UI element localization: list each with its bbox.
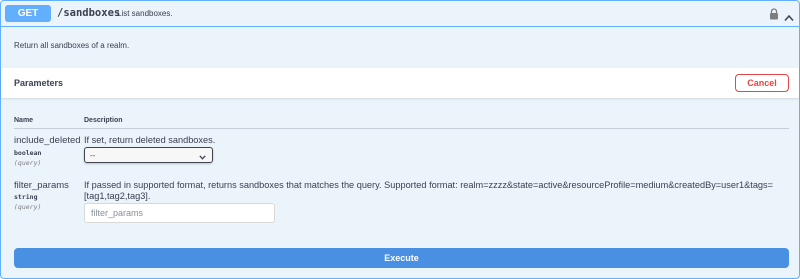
filter-params-input[interactable]: filter_params xyxy=(84,203,275,223)
param-description-filter-params-cont: [tag1,tag2,tag3]. xyxy=(84,191,151,201)
method-badge: GET xyxy=(5,5,51,22)
operation-description: Return all sandboxes of a realm. xyxy=(14,41,130,50)
param-location-include-deleted: (query) xyxy=(14,159,42,167)
select-value: -- xyxy=(90,150,96,160)
param-name-filter-params: filter_params xyxy=(14,180,69,191)
param-name-include-deleted: include_deleted xyxy=(14,135,81,146)
parameters-title: Parameters xyxy=(14,78,64,88)
param-type-include-deleted: boolean xyxy=(14,149,42,157)
lock-icon[interactable] xyxy=(769,7,779,20)
operation-summary[interactable]: GET /sandboxes List sandboxes. xyxy=(1,1,799,27)
include-deleted-select[interactable]: -- xyxy=(84,147,213,163)
operation-block: GET /sandboxes List sandboxes. Return al… xyxy=(0,0,800,279)
chevron-down-icon xyxy=(199,153,206,160)
column-header-name: Name xyxy=(14,117,34,124)
column-header-description: Description xyxy=(84,117,123,124)
param-description-include-deleted: If set, return deleted sandboxes. xyxy=(84,135,216,145)
operation-path: /sandboxes xyxy=(57,7,121,19)
chevron-up-icon[interactable] xyxy=(784,9,794,21)
cancel-button[interactable]: Cancel xyxy=(735,74,789,92)
operation-summary-text: List sandboxes. xyxy=(117,9,173,18)
execute-button[interactable]: Execute xyxy=(14,248,789,268)
param-type-filter-params: string xyxy=(14,193,38,201)
header-divider xyxy=(14,128,789,129)
param-location-filter-params: (query) xyxy=(14,203,42,211)
parameters-header: Parameters Cancel xyxy=(1,68,799,98)
param-description-filter-params: If passed in supported format, returns s… xyxy=(84,180,773,190)
